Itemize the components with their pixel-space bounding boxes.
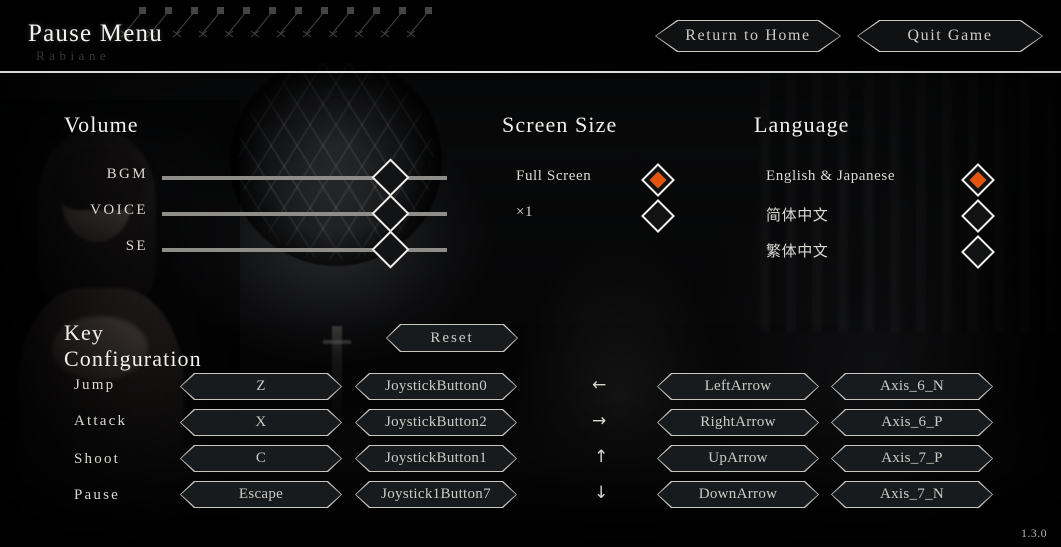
key-binding-attack-keyboard[interactable]: X [180, 409, 342, 436]
key-binding-jump-gamepad[interactable]: JoystickButton0 [355, 373, 517, 400]
volume-section-title: Volume [64, 112, 139, 137]
key-binding-move-up-gamepad[interactable]: Axis_7_P [831, 445, 993, 472]
key-binding-move-left-keyboard[interactable]: LeftArrow [657, 373, 819, 400]
header-divider [0, 71, 1061, 73]
volume-label-bgm: BGM [106, 166, 148, 182]
volume-slider-voice[interactable] [162, 194, 447, 233]
header-actions: Return to Home Quit Game [655, 20, 1043, 52]
arrow-left-icon: ← [592, 375, 607, 395]
screen-size-label-x1: ×1 [516, 204, 534, 220]
reset-button-label: Reset [430, 329, 474, 346]
key-binding-move-down-keyboard[interactable]: DownArrow [657, 481, 819, 508]
key-action-label-attack: Attack [74, 413, 128, 429]
screen-size-radio-full-screen[interactable] [641, 163, 675, 197]
header-ornament-pattern [120, 6, 433, 38]
key-binding-pause-gamepad[interactable]: Joystick1Button7 [355, 481, 517, 508]
screen-size-section-title: Screen Size [502, 112, 618, 137]
page-title: Pause Menu [28, 20, 163, 47]
language-label-traditional-chinese: 繁体中文 [766, 244, 829, 260]
language-option-simplified-chinese[interactable]: 简体中文 [766, 199, 996, 233]
language-radio-simplified-chinese[interactable] [961, 199, 995, 233]
arrow-right-icon: → [592, 411, 607, 431]
screen-size-label-full-screen: Full Screen [516, 168, 592, 184]
version-label: 1.3.0 [1021, 526, 1047, 540]
reset-button[interactable]: Reset [386, 324, 518, 352]
key-binding-move-up-keyboard-label: UpArrow [708, 450, 768, 466]
volume-slider-bgm[interactable] [162, 158, 447, 197]
language-section-title: Language [754, 112, 850, 137]
header-bar: Pause Menu Rabiane Return to Home Quit G… [0, 0, 1061, 73]
key-binding-shoot-gamepad[interactable]: JoystickButton1 [355, 445, 517, 472]
key-binding-move-right-gamepad[interactable]: Axis_6_P [831, 409, 993, 436]
key-binding-move-left-keyboard-label: LeftArrow [704, 378, 772, 394]
language-label-english-japanese: English & Japanese [766, 168, 896, 184]
language-radio-english-japanese[interactable] [961, 163, 995, 197]
key-binding-move-up-gamepad-label: Axis_7_P [881, 450, 943, 466]
key-binding-move-left-gamepad-label: Axis_6_N [879, 378, 945, 394]
key-binding-move-right-keyboard[interactable]: RightArrow [657, 409, 819, 436]
language-option-traditional-chinese[interactable]: 繁体中文 [766, 235, 996, 269]
game-subtitle: Rabiane [36, 48, 111, 63]
arrow-down-icon: ↓ [594, 483, 609, 503]
return-to-home-button[interactable]: Return to Home [655, 20, 841, 52]
key-action-label-pause: Pause [74, 487, 120, 503]
key-binding-shoot-keyboard[interactable]: C [180, 445, 342, 472]
language-label-simplified-chinese: 简体中文 [766, 208, 829, 224]
arrow-up-icon: ↑ [594, 447, 609, 467]
screen-size-option-x1[interactable]: ×1 [516, 199, 686, 233]
quit-game-label: Quit Game [907, 27, 993, 44]
volume-label-voice: VOICE [90, 202, 148, 218]
key-binding-attack-gamepad[interactable]: JoystickButton2 [355, 409, 517, 436]
key-binding-move-right-gamepad-label: Axis_6_P [881, 414, 943, 430]
key-binding-shoot-gamepad-label: JoystickButton1 [384, 450, 487, 466]
key-binding-move-left-gamepad[interactable]: Axis_6_N [831, 373, 993, 400]
key-binding-pause-keyboard-label: Escape [238, 486, 284, 502]
key-configuration-section-title: Key Configuration [64, 320, 202, 371]
key-action-label-shoot: Shoot [74, 451, 121, 467]
quit-game-button[interactable]: Quit Game [857, 20, 1043, 52]
key-binding-jump-gamepad-label: JoystickButton0 [384, 378, 487, 394]
key-binding-pause-gamepad-label: Joystick1Button7 [381, 486, 491, 502]
key-binding-move-right-keyboard-label: RightArrow [700, 414, 776, 430]
screen-size-option-full-screen[interactable]: Full Screen [516, 163, 686, 197]
key-binding-move-up-keyboard[interactable]: UpArrow [657, 445, 819, 472]
volume-slider-se[interactable] [162, 230, 447, 269]
key-binding-jump-keyboard[interactable]: Z [180, 373, 342, 400]
key-binding-move-down-gamepad-label: Axis_7_N [879, 486, 945, 502]
language-radio-traditional-chinese[interactable] [961, 235, 995, 269]
key-action-label-jump: Jump [74, 377, 116, 393]
screen-size-radio-x1[interactable] [641, 199, 675, 233]
key-binding-attack-keyboard-label: X [255, 414, 267, 430]
return-to-home-label: Return to Home [685, 27, 811, 44]
background-cage-decoration [238, 62, 434, 260]
key-binding-pause-keyboard[interactable]: Escape [180, 481, 342, 508]
key-binding-move-down-gamepad[interactable]: Axis_7_N [831, 481, 993, 508]
volume-label-se: SE [125, 238, 148, 254]
language-option-english-japanese[interactable]: English & Japanese [766, 163, 996, 197]
key-binding-attack-gamepad-label: JoystickButton2 [384, 414, 487, 430]
key-binding-shoot-keyboard-label: C [255, 450, 267, 466]
key-binding-move-down-keyboard-label: DownArrow [698, 486, 778, 502]
key-binding-jump-keyboard-label: Z [256, 378, 266, 394]
